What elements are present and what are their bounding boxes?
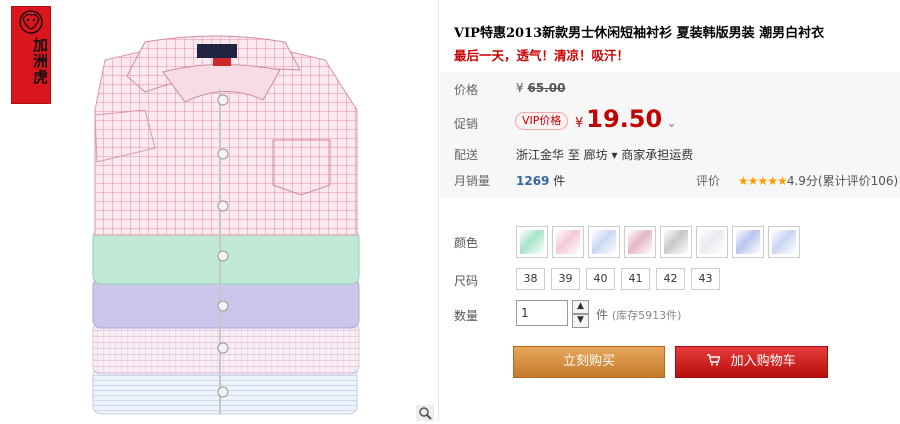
color-swatch-thumbnail — [520, 230, 544, 254]
add-to-cart-button[interactable]: 加入购物车 — [675, 346, 828, 378]
sale-price-value: 19.50 — [586, 105, 663, 133]
color-swatch-thumbnail — [628, 230, 652, 254]
product-info-panel: VIP特惠2013新款男士休闲短袖衬衫 夏装韩版男装 潮男白衬衣 最后一天，透气… — [440, 0, 900, 421]
size-option[interactable]: 42 — [656, 268, 685, 290]
quantity-unit: 件 — [596, 308, 609, 322]
monthly-sales-count: 1269 — [516, 174, 550, 188]
quantity-up-button[interactable]: ▲ — [572, 300, 589, 314]
rating[interactable]: 评价 ★★★★★4.9分(累计评价106) — [696, 172, 898, 189]
rating-stars-icon: ★★★★★ — [738, 174, 788, 188]
original-price: ¥ 65.00 — [516, 81, 565, 95]
delivery-info[interactable]: 浙江金华 至 廊坊 ▾ 商家承担运费 — [516, 146, 693, 163]
size-option[interactable]: 43 — [691, 268, 720, 290]
price-label: 价格 — [454, 83, 479, 97]
vip-price-badge[interactable]: VIP价格 — [515, 112, 569, 130]
rating-score: 4.9分(累计评价106) — [786, 174, 899, 188]
price-box: 价格 ¥ 65.00 促销 VIP价格 ¥19.50 ⌄ 配送 浙江金华 至 廊坊… — [440, 72, 900, 198]
sale-price: ¥19.50 ⌄ — [575, 105, 677, 133]
size-label: 尺码 — [454, 274, 479, 288]
original-price-value: 65.00 — [527, 81, 566, 95]
quantity-down-button[interactable]: ▼ — [572, 314, 589, 328]
product-subtitle: 最后一天，透气！清凉！吸汗！ — [454, 48, 630, 63]
quantity-input[interactable] — [516, 300, 568, 326]
shirt-stack-photo — [92, 35, 360, 415]
add-to-cart-label: 加入购物车 — [730, 354, 796, 369]
quantity-label: 数量 — [454, 309, 479, 323]
product-title: VIP特惠2013新款男士休闲短袖衬衫 夏装韩版男装 潮男白衬衣 — [454, 26, 825, 41]
size-option[interactable]: 38 — [516, 268, 545, 290]
color-swatch-thumbnail — [664, 230, 688, 254]
color-label: 颜色 — [454, 236, 479, 250]
monthly-sales-unit: 件 — [553, 174, 566, 188]
cart-icon — [707, 354, 724, 369]
brand-seal-text: 加洲虎 — [31, 37, 49, 85]
color-swatch-thumbnail — [556, 230, 580, 254]
product-image-panel: 加洲虎 — [0, 0, 439, 421]
promo-label: 促销 — [454, 117, 479, 131]
delivery-label: 配送 — [454, 148, 479, 162]
color-swatch[interactable] — [588, 226, 620, 258]
tiger-logo-icon — [19, 10, 43, 34]
color-swatch[interactable] — [624, 226, 656, 258]
magnifier-icon[interactable] — [416, 405, 434, 421]
stock-info: 件 (库存5913件) — [596, 306, 681, 323]
color-swatch[interactable] — [516, 226, 548, 258]
monthly-sales: 1269 件 — [516, 172, 565, 189]
sale-currency-symbol: ¥ — [575, 116, 584, 131]
buy-now-button[interactable]: 立刻购买 — [513, 346, 665, 378]
chevron-down-icon[interactable]: ⌄ — [666, 116, 677, 131]
size-option[interactable]: 41 — [621, 268, 650, 290]
monthly-sales-label: 月销量 — [454, 174, 491, 188]
brand-seal-logo: 加洲虎 — [12, 7, 50, 103]
color-swatch[interactable] — [768, 226, 800, 258]
size-option[interactable]: 40 — [586, 268, 615, 290]
currency-symbol: ¥ — [516, 81, 524, 95]
color-swatch-thumbnail — [736, 230, 760, 254]
color-swatch[interactable] — [552, 226, 584, 258]
color-swatch-thumbnail — [592, 230, 616, 254]
color-swatch-thumbnail — [700, 230, 724, 254]
color-swatch[interactable] — [696, 226, 728, 258]
size-option[interactable]: 39 — [551, 268, 580, 290]
color-swatch[interactable] — [660, 226, 692, 258]
color-swatch[interactable] — [732, 226, 764, 258]
rating-label: 评价 — [696, 174, 721, 188]
stock-count: (库存5913件) — [611, 309, 682, 322]
color-swatch-thumbnail — [772, 230, 796, 254]
